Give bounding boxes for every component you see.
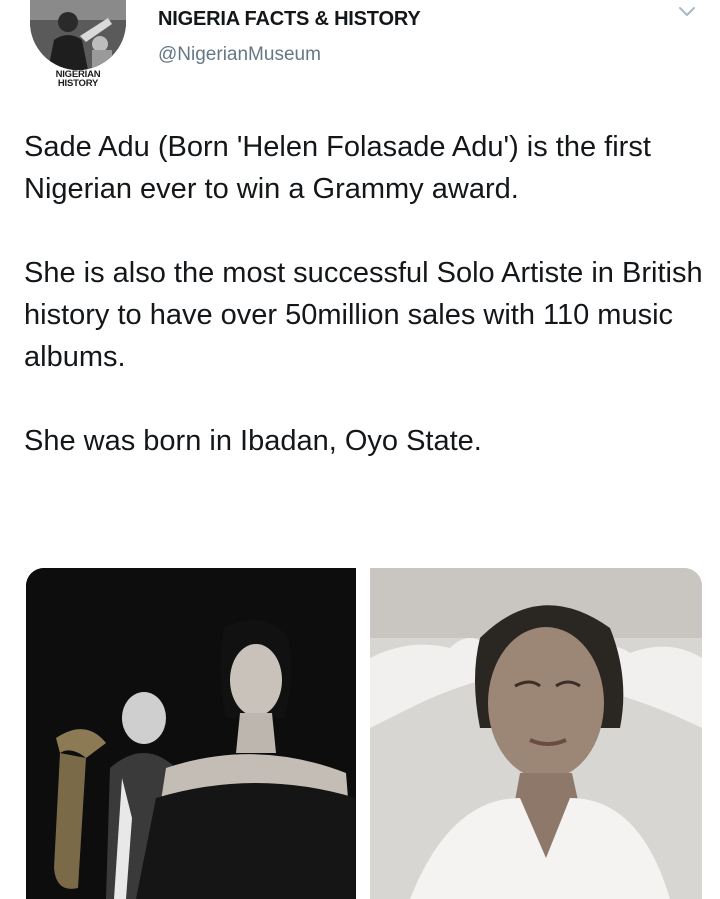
tweet-media xyxy=(26,568,702,899)
photo-right[interactable] xyxy=(370,568,702,899)
avatar-text-line2: HISTORY xyxy=(57,78,99,89)
tweet-card: NIGERIAN HISTORY NIGERIA FACTS & HISTORY… xyxy=(0,0,720,899)
chevron-down-icon[interactable] xyxy=(676,2,698,22)
tweet-text: Sade Adu (Born 'Helen Folasade Adu') is … xyxy=(24,126,704,462)
photo-left[interactable] xyxy=(26,568,356,899)
tweet-paragraph: She was born in Ibadan, Oyo State. xyxy=(24,425,482,457)
account-name[interactable]: NIGERIA FACTS & HISTORY xyxy=(158,8,421,31)
tweet-paragraph: Sade Adu (Born 'Helen Folasade Adu') is … xyxy=(24,131,651,205)
avatar-photo xyxy=(30,0,126,70)
avatar[interactable]: NIGERIAN HISTORY xyxy=(22,0,134,100)
account-handle[interactable]: @NigerianMuseum xyxy=(158,44,321,66)
avatar-logo-text: NIGERIAN HISTORY xyxy=(36,70,120,89)
tweet-paragraph: She is also the most successful Solo Art… xyxy=(24,257,703,373)
